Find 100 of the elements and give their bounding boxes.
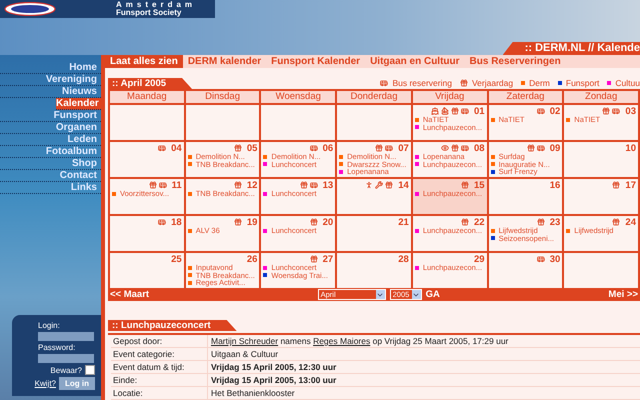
weekday-header: Dinsdag — [186, 91, 260, 103]
remember-checkbox[interactable] — [85, 365, 95, 375]
day-cell[interactable]: 14 — [337, 179, 411, 214]
gift-icon — [460, 181, 469, 189]
legend-label: Bus reservering — [392, 78, 452, 88]
day-cell[interactable] — [110, 105, 184, 140]
nav-link[interactable]: Contact — [0, 170, 101, 182]
nav-link[interactable]: Home — [0, 62, 101, 74]
day-number: 08 — [474, 142, 485, 154]
day-cell[interactable]: 21 — [337, 216, 411, 251]
bus-icon — [380, 79, 388, 87]
nav-link[interactable]: Funsport — [0, 110, 101, 122]
day-cell[interactable]: 28 — [337, 253, 411, 288]
gift-icon — [460, 79, 468, 87]
gift-icon — [612, 181, 620, 189]
detail-label: Gepost door: — [111, 335, 208, 347]
day-number: 05 — [246, 142, 258, 154]
day-cell[interactable] — [261, 105, 336, 140]
bus-icon — [158, 218, 166, 226]
detail-link[interactable]: Martijn Schreuder — [211, 336, 278, 346]
day-cell[interactable]: 16 — [488, 179, 562, 214]
tab[interactable]: Funsport Kalender — [266, 55, 366, 68]
detail-label: Event categorie: — [111, 348, 208, 360]
checkbox-label: Bewaar? — [50, 366, 82, 374]
day-number: 01 — [474, 106, 485, 116]
prev-month-link[interactable]: << Maart — [110, 289, 150, 300]
field-label: Login: — [38, 321, 61, 330]
go-link[interactable]: GA — [426, 289, 440, 300]
weekday-header: Donderdag — [337, 91, 411, 103]
day-number: 25 — [171, 254, 182, 264]
nav-link[interactable]: Links — [0, 182, 101, 194]
day-number: 19 — [246, 216, 258, 228]
gift-icon — [602, 107, 610, 115]
detail-value: Uitgaan & Cultuur — [210, 348, 280, 360]
bus-icon — [536, 144, 545, 152]
day-number: 10 — [625, 142, 636, 154]
gift-icon — [234, 181, 242, 189]
gift-icon — [450, 107, 459, 115]
bus-icon — [536, 107, 545, 115]
bus-icon — [385, 144, 394, 152]
day-number: 12 — [246, 180, 258, 190]
day-number: 16 — [550, 180, 560, 190]
day-number: 29 — [474, 254, 485, 264]
bus-icon — [612, 107, 620, 115]
detail-value: Vrijdag 15 April 2005, 13:00 uur — [210, 374, 338, 386]
brand-subtitle: Funsport Society — [116, 9, 182, 17]
day-cell[interactable]: 10 — [564, 142, 638, 177]
next-month-link[interactable]: Mei >> — [608, 289, 638, 300]
gift-icon — [375, 144, 384, 152]
gift-icon — [310, 255, 318, 263]
day-number: 09 — [550, 142, 560, 154]
event-title: :: Lunchpauzeconcert — [108, 320, 237, 331]
forgot-link[interactable]: Kwijt? — [34, 379, 56, 388]
day-cell[interactable]: 04 — [110, 142, 184, 177]
ship-icon — [430, 107, 439, 115]
page-title: :: DERM.NL // Kalende — [502, 42, 640, 55]
day-number: 02 — [550, 106, 560, 116]
tab[interactable]: Bus Reserveringen — [464, 55, 566, 68]
password-field[interactable] — [38, 354, 94, 363]
day-cell[interactable]: 25 — [110, 253, 184, 288]
nav-link[interactable]: Vereniging — [0, 74, 101, 86]
day-number: 04 — [171, 142, 182, 154]
tab[interactable]: Uitgaan en Cultuur — [365, 55, 465, 68]
weekday-header: Maandag — [110, 91, 184, 103]
detail-value: Vrijdag 15 April 2005, 12:30 uur — [210, 361, 338, 373]
nav-link[interactable]: Shop — [0, 158, 101, 170]
nav-link[interactable]: Leden — [0, 134, 101, 146]
day-cell[interactable]: 18 — [110, 216, 184, 251]
detail-label: Locatie: — [111, 387, 208, 399]
nav-link[interactable]: Kalender — [56, 98, 101, 110]
gift-icon — [460, 218, 469, 226]
detail-link[interactable]: Reges Maiores — [313, 336, 370, 346]
eye-icon — [440, 144, 449, 152]
legend-label: Cultuu — [615, 78, 640, 88]
day-cell[interactable]: 17 — [564, 179, 638, 214]
login-button[interactable]: Log in — [59, 377, 95, 390]
nav-link[interactable]: Fotoalbum — [0, 146, 101, 158]
day-cell[interactable] — [186, 105, 260, 140]
day-number: 03 — [625, 106, 636, 116]
detail-label: Einde: — [111, 374, 208, 386]
wrench-icon — [375, 181, 384, 189]
tab[interactable]: DERM kalender — [182, 55, 266, 68]
day-number: 07 — [398, 142, 409, 154]
login-field[interactable] — [38, 332, 94, 341]
bus-icon — [158, 144, 166, 152]
day-number: 15 — [474, 180, 485, 190]
weekday-header: Woensdag — [261, 91, 336, 103]
tab[interactable]: Laat alles zien — [105, 55, 183, 68]
day-cell[interactable] — [564, 253, 638, 288]
day-number: 27 — [322, 254, 334, 264]
day-number: 20 — [322, 216, 334, 228]
day-cell[interactable]: 30 — [488, 253, 562, 288]
nav-link[interactable]: Organen — [0, 122, 101, 134]
weekday-header: Vrijdag — [412, 91, 487, 103]
bus-icon — [310, 181, 318, 189]
day-number: 26 — [246, 254, 258, 264]
gift-icon — [234, 218, 242, 226]
day-cell[interactable] — [337, 105, 411, 140]
bus-icon — [310, 144, 318, 152]
detail-value: Het Bethanienklooster — [210, 387, 296, 399]
